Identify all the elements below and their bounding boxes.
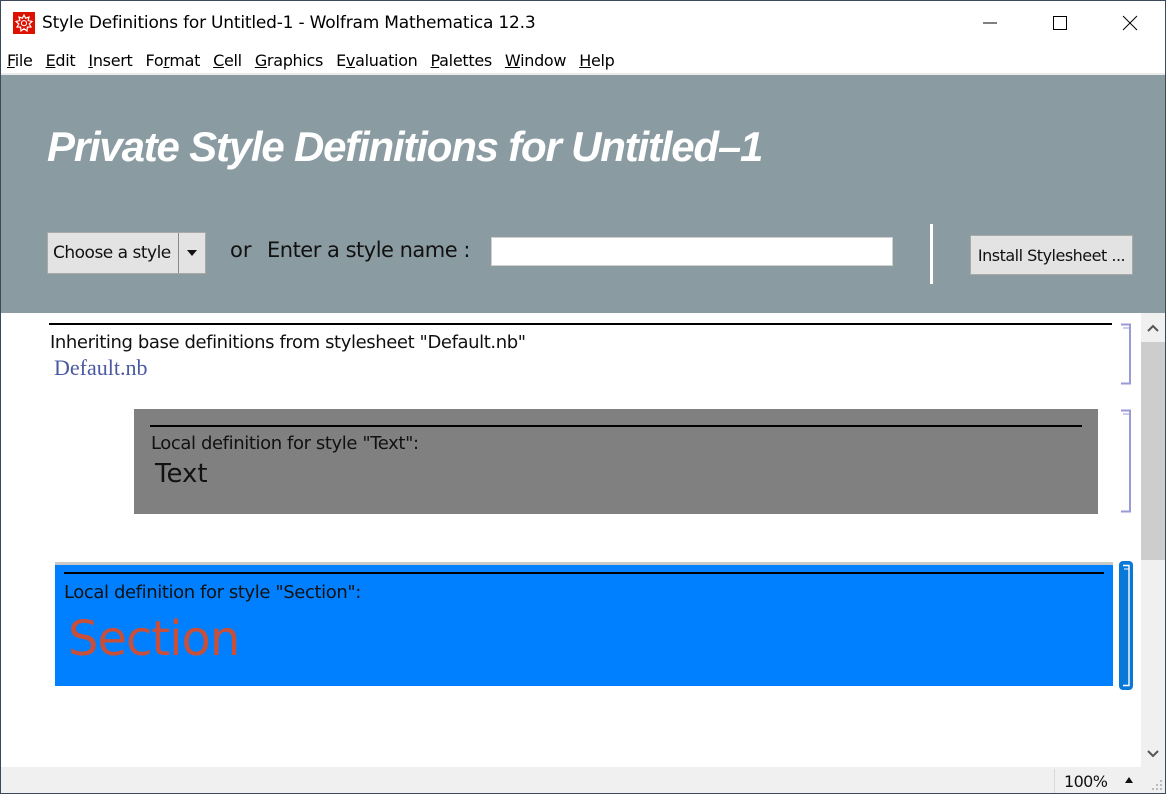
scroll-down-button[interactable]: [1141, 741, 1165, 767]
style-name-input[interactable]: [491, 237, 893, 266]
chevron-down-icon: [1147, 750, 1159, 758]
maximize-button[interactable]: [1025, 1, 1095, 45]
menu-format[interactable]: Format: [146, 51, 201, 70]
enter-style-name-label: Enter a style name :: [267, 238, 470, 262]
menu-help[interactable]: Help: [579, 51, 615, 70]
maximize-icon: [1053, 16, 1067, 30]
menu-graphics[interactable]: Graphics: [255, 51, 324, 70]
status-bar: 100%: [1, 767, 1165, 793]
wolfram-spikey-icon: [13, 12, 35, 34]
or-label: or: [230, 238, 252, 262]
text-style-description: Local definition for style "Text":: [151, 433, 419, 454]
window-title: Style Definitions for Untitled-1 - Wolfr…: [42, 13, 536, 33]
dropdown-arrow-button[interactable]: [179, 233, 205, 273]
zoom-menu-button[interactable]: [1123, 775, 1135, 785]
menu-cell[interactable]: Cell: [213, 51, 242, 70]
minimize-button[interactable]: [955, 1, 1025, 45]
cell-rule: [49, 323, 1112, 325]
text-style-cell[interactable]: Local definition for style "Text": Text: [134, 409, 1098, 514]
cell-bracket[interactable]: [1120, 323, 1134, 385]
section-style-cell[interactable]: Local definition for style "Section": Se…: [55, 562, 1113, 686]
section-style-sample: Section: [68, 611, 240, 667]
install-stylesheet-button[interactable]: Install Stylesheet ...: [970, 235, 1133, 275]
close-icon: [1122, 15, 1138, 31]
stylesheet-header: Private Style Definitions for Untitled–1…: [1, 75, 1165, 313]
inherit-text: Inheriting base definitions from stylesh…: [50, 332, 526, 353]
menu-palettes[interactable]: Palettes: [431, 51, 493, 70]
cell-rule: [64, 572, 1104, 574]
menu-edit[interactable]: Edit: [46, 51, 76, 70]
selected-cell-bracket[interactable]: [1118, 560, 1136, 692]
caret-down-icon: [187, 250, 197, 256]
menu-bar: File Edit Insert Format Cell Graphics Evaluati…: [1, 45, 1165, 75]
menu-file[interactable]: File: [7, 51, 33, 70]
inherit-cell[interactable]: Inheriting base definitions from stylesh…: [49, 323, 1112, 385]
vertical-scrollbar[interactable]: [1141, 313, 1165, 767]
default-nb-link[interactable]: Default.nb: [54, 355, 147, 381]
header-divider: [930, 224, 933, 284]
page-title: Private Style Definitions for Untitled–1: [47, 123, 763, 170]
text-style-sample: Text: [155, 459, 208, 489]
section-style-description: Local definition for style "Section":: [64, 582, 361, 603]
cell-rule: [150, 425, 1082, 427]
mathematica-window: Style Definitions for Untitled-1 - Wolfr…: [0, 0, 1166, 794]
minimize-icon: [983, 22, 997, 24]
cell-bracket[interactable]: [1120, 409, 1134, 513]
choose-style-label: Choose a style: [48, 233, 179, 273]
menu-insert[interactable]: Insert: [88, 51, 132, 70]
menu-evaluation[interactable]: Evaluation: [336, 51, 418, 70]
chevron-up-icon: [1147, 324, 1159, 332]
notebook-content: Inheriting base definitions from stylesh…: [1, 313, 1141, 767]
scroll-up-button[interactable]: [1141, 315, 1165, 341]
caret-up-icon: [1125, 777, 1133, 783]
status-separator: [1054, 769, 1055, 793]
scrollbar-thumb[interactable]: [1141, 342, 1165, 560]
title-bar: Style Definitions for Untitled-1 - Wolfr…: [1, 1, 1165, 45]
close-button[interactable]: [1095, 1, 1165, 45]
zoom-level[interactable]: 100%: [1064, 772, 1108, 791]
choose-style-dropdown[interactable]: Choose a style: [47, 232, 206, 274]
resize-grip-icon[interactable]: [1151, 779, 1163, 791]
menu-window[interactable]: Window: [505, 51, 567, 70]
